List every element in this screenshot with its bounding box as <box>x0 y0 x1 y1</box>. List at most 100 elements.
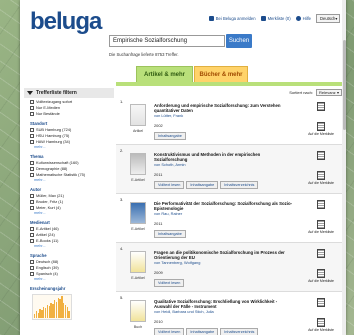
more-link[interactable]: mehr... <box>34 244 114 248</box>
checkbox[interactable] <box>30 238 34 243</box>
result-action-button[interactable]: Inhaltsangabe <box>154 230 186 238</box>
result-action-button[interactable]: Inhaltsangabe <box>154 132 186 140</box>
beluga-logo[interactable]: beluga <box>30 8 102 36</box>
more-link[interactable]: mehr... <box>34 145 114 149</box>
filter-checkbox[interactable]: Bruder, Fritz (1) <box>30 199 114 204</box>
language-select[interactable]: Deutsch ▾ <box>316 14 340 23</box>
checkbox[interactable] <box>30 226 34 231</box>
checkbox[interactable] <box>30 99 34 104</box>
login-link[interactable]: Bei Beluga anmelden <box>208 16 256 22</box>
availability-action[interactable] <box>308 249 334 259</box>
result-action-button[interactable]: Inhaltsangabe <box>186 328 219 335</box>
availability-action[interactable] <box>308 200 334 210</box>
result-title[interactable]: Konstruktivismus und Methoden in der emp… <box>154 152 294 162</box>
scrollbar[interactable] <box>342 0 346 335</box>
checkbox-label: E-Artikel (46) <box>36 226 59 231</box>
checkbox[interactable] <box>30 166 34 171</box>
filter-checkbox[interactable]: HSU Hamburg (75) <box>30 133 114 138</box>
checkbox[interactable] <box>30 265 34 270</box>
checkbox[interactable] <box>30 271 34 276</box>
filter-checkbox[interactable]: Mathematische Statistik (75) <box>30 172 114 177</box>
filter-checkbox[interactable]: Nur Bestände <box>30 111 114 116</box>
result-item: 5. Buch Qualitative Sozialforschung: Ersch… <box>116 292 342 335</box>
result-year: 2009 <box>154 270 163 275</box>
document-icon <box>317 200 325 209</box>
filter-checkbox[interactable]: Meier, Kurt (4) <box>30 205 114 210</box>
filter-sidebar: Trefferliste filtern Volltextzugang sofo… <box>24 88 114 335</box>
chevron-down-icon: ▾ <box>335 16 338 21</box>
result-action-button[interactable]: Inhaltsangabe <box>186 181 219 189</box>
scrollbar-thumb[interactable] <box>342 40 346 130</box>
availability-action[interactable] <box>308 298 334 308</box>
watchlist-action[interactable]: Auf die Merkliste <box>308 318 334 332</box>
result-author[interactable]: von Heidl, Barbara und Stich, Julia <box>154 309 214 314</box>
checkbox[interactable] <box>30 111 34 116</box>
more-link[interactable]: mehr... <box>34 211 114 215</box>
watchlist-action[interactable]: Auf die Merkliste <box>308 269 334 283</box>
availability-action[interactable] <box>308 151 334 161</box>
watchlist-label: Auf die Merkliste <box>308 230 334 234</box>
medium-label: Artikel <box>133 129 143 133</box>
checkbox[interactable] <box>30 205 34 210</box>
result-action-button[interactable]: Inhaltsverzeichnis <box>220 181 259 189</box>
result-title[interactable]: Qualitative Sozialforschung: Erschließun… <box>154 299 294 309</box>
search-button[interactable]: Suchen <box>226 34 252 48</box>
more-link[interactable]: mehr... <box>34 178 114 182</box>
result-author[interactable]: von Rau, Rainer <box>154 211 182 216</box>
sort-select[interactable]: Relevanz ▾ <box>316 88 342 96</box>
result-action-button[interactable]: Inhaltsverzeichnis <box>220 328 259 335</box>
checkbox[interactable] <box>30 139 34 144</box>
checkbox[interactable] <box>30 259 34 264</box>
tab-books[interactable]: Bücher & mehr <box>194 66 248 82</box>
checkbox[interactable] <box>30 172 34 177</box>
histogram-bar[interactable] <box>68 311 70 318</box>
result-title[interactable]: Fragen an die politikonomische Sozialfor… <box>154 250 294 260</box>
filter-checkbox[interactable]: Müller, Max (21) <box>30 193 114 198</box>
watchlist-action[interactable]: Auf die Merkliste <box>308 122 334 136</box>
result-author[interactable]: von Schoth, Armin <box>154 162 186 167</box>
search-input[interactable]: Empirische Sozialforschung <box>109 35 225 47</box>
filter-checkbox[interactable]: Artikel (24) <box>30 232 114 237</box>
tab-articles[interactable]: Artikel & mehr <box>136 66 193 82</box>
availability-action[interactable] <box>308 102 334 112</box>
cover-thumbnail[interactable] <box>130 153 146 175</box>
help-link[interactable]: Hilfe <box>295 16 311 22</box>
cover-thumbnail[interactable] <box>130 300 146 322</box>
year-histogram[interactable] <box>32 294 72 320</box>
cover-thumbnail[interactable] <box>130 251 146 273</box>
watchlist-action[interactable]: Auf die Merkliste <box>308 171 334 185</box>
result-title[interactable]: Anforderung und empirische Sozialforschu… <box>154 103 294 113</box>
checkbox[interactable] <box>30 105 34 110</box>
filter-checkbox[interactable]: Demographie (88) <box>30 166 114 171</box>
result-action-button[interactable]: Volltext lesen <box>154 328 185 335</box>
filter-checkbox[interactable]: Spanisch (4) <box>30 271 114 276</box>
filter-checkbox[interactable]: Nur E-Medien <box>30 105 114 110</box>
result-action-button[interactable]: Volltext lesen <box>154 181 185 189</box>
checkbox-label: Artikel (24) <box>36 232 55 237</box>
checkbox[interactable] <box>30 160 34 165</box>
filter-checkbox[interactable]: Englisch (39) <box>30 265 114 270</box>
result-action-button[interactable]: Volltext lesen <box>154 279 185 287</box>
checkbox[interactable] <box>30 199 34 204</box>
watchlist-link[interactable]: Merkliste (0) <box>260 16 291 22</box>
result-title[interactable]: Die Performativität der Sozialforschung:… <box>154 201 294 211</box>
facet-heading: Thema <box>30 154 44 159</box>
cover-thumbnail[interactable] <box>130 202 146 224</box>
checkbox[interactable] <box>30 127 34 132</box>
filter-checkbox[interactable]: HAW Hamburg (34) <box>30 139 114 144</box>
watchlist-action[interactable]: Auf die Merkliste <box>308 220 334 234</box>
more-link[interactable]: mehr... <box>34 277 114 281</box>
checkbox-label: Meier, Kurt (4) <box>36 205 61 210</box>
result-author[interactable]: von Tannenberg, Wolfgang <box>154 260 200 265</box>
checkbox[interactable] <box>30 232 34 237</box>
filter-checkbox[interactable]: Deutsch (88) <box>30 259 114 264</box>
checkbox[interactable] <box>30 193 34 198</box>
filter-checkbox[interactable]: Kulturwissenschaft (160) <box>30 160 114 165</box>
checkbox[interactable] <box>30 133 34 138</box>
filter-checkbox[interactable]: E-Artikel (46) <box>30 226 114 231</box>
result-author[interactable]: von Lütter, Frank <box>154 113 183 118</box>
cover-thumbnail[interactable] <box>130 104 146 126</box>
filter-checkbox[interactable]: Volltextzugang sofort <box>30 99 114 104</box>
filter-checkbox[interactable]: E-Books (11) <box>30 238 114 243</box>
filter-checkbox[interactable]: SUB Hamburg (724) <box>30 127 114 132</box>
